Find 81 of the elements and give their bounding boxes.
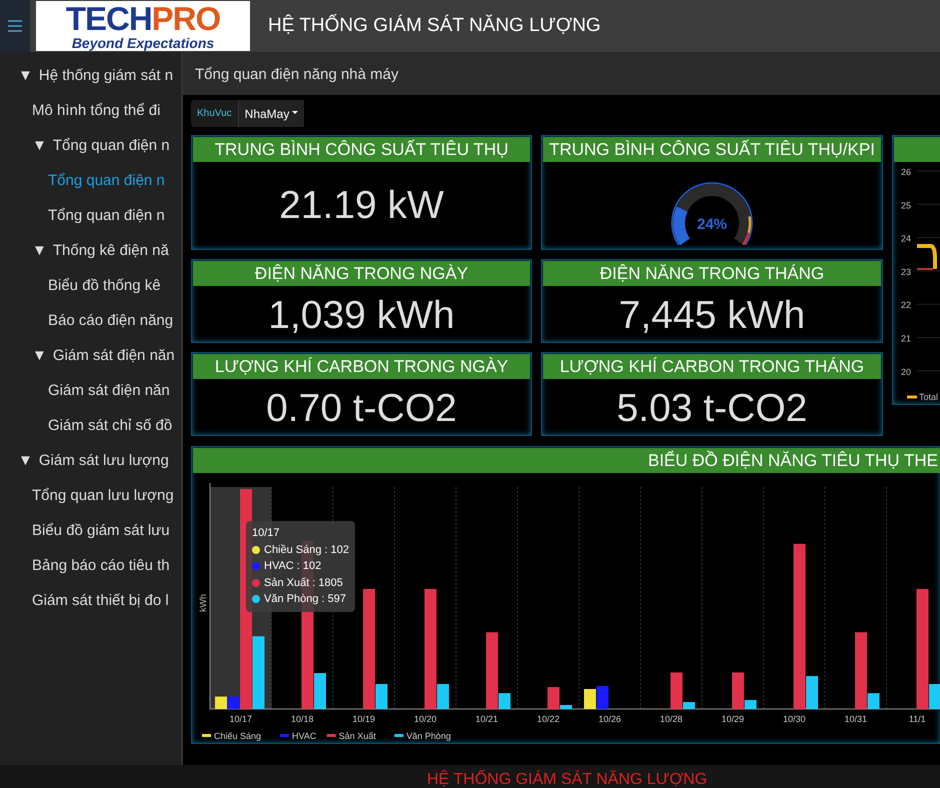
toggle-icon: ▼ <box>32 136 47 155</box>
card-header: LƯỢNG KHÍ CARBON TRONG THÁNG <box>543 354 881 379</box>
toggle-icon: ▼ <box>32 241 47 260</box>
legend-label: Chiếu Sáng <box>214 731 262 741</box>
sidebar-item[interactable]: Biểu đồ thống kê <box>0 268 181 303</box>
page-title: Tổng quan điện năng nhà máy <box>195 66 398 83</box>
axis-tick: 20 <box>901 366 912 377</box>
category-label: 10/30 <box>782 714 806 724</box>
trend-line <box>917 244 937 269</box>
logo-tagline: Beyond Expectations <box>72 36 214 50</box>
sidebar-item[interactable]: Tổng quan lưu lượng <box>0 478 181 513</box>
tree-node[interactable]: ▼ Hệ thống giám sát n <box>0 58 181 93</box>
target-line <box>917 268 933 270</box>
card-header: BIỂU ĐỒ ĐIỆN NĂNG TIÊU THỤ THE <box>193 448 940 473</box>
sidebar-item[interactable]: Bảng báo cáo tiêu th <box>0 548 181 583</box>
legend-label: Total <box>919 392 938 402</box>
menu-icon <box>8 20 22 32</box>
sidebar-item[interactable]: Biểu đồ giám sát lưu <box>0 513 181 548</box>
card-header: LƯỢNG KHÍ CARBON TRONG NGÀY <box>193 354 530 379</box>
tooltip-title: 10/17 <box>252 526 281 541</box>
kpi-value: 21.19 kW <box>279 182 444 229</box>
area-dropdown[interactable]: NhaMay <box>238 100 304 127</box>
category-label: 10/18 <box>290 714 314 724</box>
card-header: ĐIỆN NĂNG TRONG THÁNG <box>543 261 881 286</box>
kpi-value: 7,445 kWh <box>618 293 806 339</box>
logo-wordmark: PRO <box>152 0 220 37</box>
sidebar-item[interactable]: Giám sát điện năn <box>0 373 181 408</box>
category-label: 11/1 <box>908 714 926 724</box>
logo-wordmark: TECH <box>66 0 152 37</box>
category-label: 10/21 <box>475 714 498 724</box>
tree-node[interactable]: ▼ Tổng quan điện n <box>0 128 181 163</box>
card-header: TRUNG BÌNH CÔNG SUẤT TIÊU THỤ <box>193 137 530 162</box>
sidebar-item[interactable]: Giám sát chỉ số đồ <box>0 408 181 443</box>
legend-label: Văn Phòng <box>406 731 451 741</box>
bar <box>584 689 596 709</box>
axis-tick: 25 <box>901 200 912 210</box>
axis-tick: 22 <box>901 300 912 310</box>
filter-label: KhuVuc <box>196 107 233 121</box>
threshold-band <box>742 216 752 245</box>
category-label: 10/28 <box>660 714 683 724</box>
tooltip-text: HVAC : 102 <box>264 559 322 574</box>
gauge-reading: 24% <box>696 216 728 233</box>
category-label: 10/29 <box>721 714 744 724</box>
legend-label: Sản Xuất <box>338 731 376 741</box>
tree-node[interactable]: ▼ Thống kê điện nă <box>0 233 181 268</box>
category-label: 10/20 <box>414 714 437 724</box>
axis-tick: 24 <box>901 234 912 244</box>
tree-node[interactable]: ▼ Giám sát điện năn <box>0 338 181 373</box>
axis-tick: 21 <box>901 334 912 344</box>
sidebar-item[interactable]: Giám sát thiết bị đo l <box>0 583 181 618</box>
kpi-value: 0.70 t-CO2 <box>266 386 457 432</box>
sidebar-item[interactable]: Tổng quan điện n <box>0 163 181 198</box>
toggle-icon: ▼ <box>18 66 33 85</box>
category-label: 10/19 <box>352 714 376 724</box>
app-title: HỆ THỐNG GIÁM SÁT NĂNG LƯỢNG <box>268 13 601 38</box>
bar <box>215 696 227 709</box>
category-label: 10/17 <box>229 714 252 724</box>
legend-swatch <box>907 396 917 398</box>
toggle-icon: ▼ <box>18 451 33 470</box>
card-header: TRUNG BÌNH CÔNG SUẤT TIÊU THỤ/KPI <box>543 137 881 162</box>
card-header: ĐIỆN NĂNG TRONG NGÀY <box>193 261 530 286</box>
axis-label: kWh <box>198 594 208 612</box>
tooltip-text: Chiều Sáng : 102 <box>264 542 350 558</box>
footer-text: HỆ THỐNG GIÁM SÁT NĂNG LƯỢNG <box>427 771 708 788</box>
sidebar-item[interactable]: Tổng quan điện n <box>0 198 181 233</box>
legend-label: HVAC <box>292 731 316 741</box>
tree-node[interactable]: ▼ Giám sát lưu lượng <box>0 443 181 478</box>
category-label: 10/31 <box>844 714 868 724</box>
bar <box>596 686 608 709</box>
tooltip-text: Sản Xuất : 1805 <box>264 576 343 590</box>
axis-tick: 26 <box>901 167 912 177</box>
toggle-icon: ▼ <box>32 346 47 365</box>
category-label: 10/26 <box>598 714 622 724</box>
sidebar-item[interactable]: Báo cáo điện năng <box>0 303 181 338</box>
kpi-value: 5.03 t-CO2 <box>616 386 808 432</box>
axis-tick: 23 <box>901 266 912 277</box>
category-label: 10/22 <box>536 714 560 724</box>
kpi-value: 1,039 kWh <box>268 293 455 339</box>
sidebar-item[interactable]: Mô hình tổng thể đi <box>0 93 181 128</box>
tooltip-text: Văn Phòng : 597 <box>264 592 346 607</box>
menu-button[interactable] <box>0 0 30 52</box>
